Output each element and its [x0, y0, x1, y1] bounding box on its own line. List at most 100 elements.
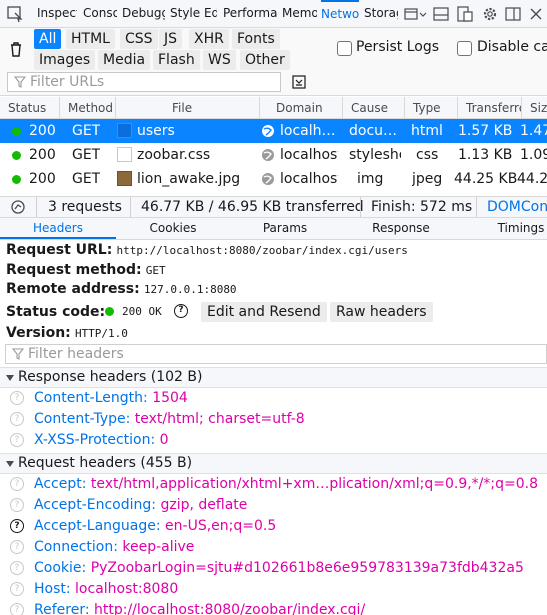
tab-performance[interactable]: Performance	[223, 0, 277, 27]
remote-address-label: Remote address:	[6, 281, 140, 297]
tab-cookies[interactable]: Cookies	[116, 218, 230, 239]
filter-images-button[interactable]: Images	[34, 50, 96, 70]
globe-icon	[262, 173, 274, 185]
help-icon[interactable]: ?	[10, 391, 24, 405]
column-transferred[interactable]: Transferred	[458, 97, 522, 119]
summary-finish: Finish: 572 ms	[371, 199, 473, 215]
header-name: Content-Type:	[34, 411, 131, 427]
help-icon[interactable]: ?	[10, 519, 24, 533]
filter-headers-input[interactable]: Filter headers	[5, 344, 547, 364]
tab-network[interactable]: Network	[321, 0, 359, 27]
column-method[interactable]: Method	[60, 97, 116, 119]
close-icon[interactable]	[527, 5, 545, 23]
help-icon[interactable]: ?	[10, 603, 24, 615]
row-size: 1.09 KB	[520, 147, 547, 163]
responsive-design-icon[interactable]	[456, 5, 474, 23]
header-name: Cookie:	[34, 560, 87, 576]
filter-funnel-icon	[14, 76, 26, 88]
request-url-row: Request URL: http://localhost:8080/zooba…	[6, 242, 408, 258]
header-value: PyZoobarLogin=sjtu#d102661b8e6e959783139…	[90, 560, 524, 576]
row-domain: localhost:8080	[280, 147, 338, 163]
tab-headers[interactable]: Headers	[0, 218, 116, 239]
filter-urls-input[interactable]: Filter URLs	[7, 72, 281, 92]
row-status: 200	[29, 123, 56, 139]
help-icon[interactable]: ?	[10, 412, 24, 426]
devtools-toolbar: Inspector Console Debugger Style Editor …	[0, 0, 547, 28]
request-headers-section[interactable]: Request headers (455 B)	[0, 453, 547, 474]
header-name: Referer:	[34, 602, 90, 615]
header-row: ? Referer: http://localhost:8080/zoobar/…	[0, 600, 547, 615]
header-row: ? X-XSS-Protection: 0	[0, 430, 547, 451]
request-row[interactable]: 200 GET users localhost:8080 document ht…	[0, 119, 547, 143]
har-export-icon[interactable]	[292, 75, 306, 89]
more-tools-dropdown-icon[interactable]	[403, 5, 429, 23]
header-row: ? Accept-Encoding: gzip, deflate	[0, 495, 547, 516]
filter-html-button[interactable]: HTML	[66, 29, 115, 49]
filter-js-button[interactable]: JS	[159, 29, 183, 49]
header-name: Accept-Language:	[34, 518, 161, 534]
filter-ws-button[interactable]: WS	[203, 50, 236, 70]
tab-debugger[interactable]: Debugger	[122, 0, 165, 27]
raw-headers-button[interactable]: Raw headers	[330, 302, 433, 322]
filter-xhr-button[interactable]: XHR	[189, 29, 229, 49]
filter-all-button[interactable]: All	[34, 29, 62, 49]
tab-memory[interactable]: Memory	[282, 0, 317, 27]
help-icon[interactable]: ?	[10, 433, 24, 447]
column-cause[interactable]: Cause	[343, 97, 405, 119]
settings-gear-icon[interactable]	[481, 5, 499, 23]
response-headers-section[interactable]: Response headers (102 B)	[0, 367, 547, 388]
request-row[interactable]: 200 GET lion_awake.jpg localhost:8080 im…	[0, 167, 547, 191]
help-icon[interactable]: ?	[10, 477, 24, 491]
request-row[interactable]: 200 GET zoobar.css localhost:8080 styles…	[0, 143, 547, 167]
details-tabbar: Headers Cookies Params Response Timings	[0, 218, 547, 240]
tab-timings[interactable]: Timings	[462, 218, 547, 239]
disable-cache-label: Disable cache	[477, 39, 547, 55]
request-url-value: http://localhost:8080/zoobar/index.cgi/u…	[116, 244, 408, 257]
summary-domcontentloaded: DOMContentLoaded	[487, 199, 547, 215]
row-domain: localhost:8080	[280, 123, 338, 139]
column-status[interactable]: Status	[0, 97, 60, 119]
header-name: X-XSS-Protection:	[34, 432, 156, 448]
split-console-icon[interactable]	[432, 5, 450, 23]
header-value: gzip, deflate	[160, 497, 248, 513]
column-file[interactable]: File	[116, 97, 260, 119]
dock-side-icon[interactable]	[504, 5, 522, 23]
tab-style-editor[interactable]: Style Editor	[170, 0, 217, 27]
row-file: lion_awake.jpg	[137, 171, 241, 187]
tab-response[interactable]: Response	[340, 218, 462, 239]
tab-params[interactable]: Params	[230, 218, 340, 239]
tab-console[interactable]: Console	[83, 0, 117, 27]
row-method: GET	[72, 171, 101, 187]
row-type: jpeg	[412, 171, 443, 187]
filter-fonts-button[interactable]: Fonts	[232, 29, 280, 49]
filter-other-button[interactable]: Other	[240, 50, 290, 70]
column-size[interactable]: Size	[522, 97, 547, 119]
network-summary-bar: 3 requests 46.77 KB / 46.95 KB transferr…	[0, 196, 547, 218]
help-icon[interactable]: ?	[10, 582, 24, 596]
network-filter-bar: All HTML CSS JS XHR Fonts Images Media F…	[0, 28, 547, 96]
summary-transferred: 46.77 KB / 46.95 KB transferred	[141, 199, 364, 215]
row-method: GET	[72, 147, 101, 163]
persist-logs-checkbox[interactable]	[337, 41, 352, 56]
help-icon[interactable]: ?	[10, 540, 24, 554]
tab-storage[interactable]: Storage	[364, 0, 398, 27]
help-icon[interactable]: ?	[10, 561, 24, 575]
help-icon[interactable]: ?	[174, 304, 188, 318]
tab-inspector[interactable]: Inspector	[37, 0, 77, 27]
header-value: text/html; charset=utf-8	[134, 411, 305, 427]
edit-and-resend-button[interactable]: Edit and Resend	[201, 302, 327, 322]
element-picker-icon[interactable]	[6, 5, 24, 23]
performance-analysis-icon[interactable]	[10, 199, 26, 215]
clear-trash-icon[interactable]	[9, 41, 23, 57]
request-url-label: Request URL:	[6, 242, 113, 258]
summary-requests: 3 requests	[48, 199, 122, 215]
disable-cache-checkbox[interactable]	[457, 41, 472, 56]
filter-css-button[interactable]: CSS	[120, 29, 158, 49]
column-type[interactable]: Type	[405, 97, 458, 119]
column-domain[interactable]: Domain	[260, 97, 343, 119]
row-method: GET	[72, 123, 101, 139]
help-icon[interactable]: ?	[10, 498, 24, 512]
row-transferred: 44.25 KB	[454, 171, 518, 187]
filter-media-button[interactable]: Media	[98, 50, 151, 70]
filter-flash-button[interactable]: Flash	[153, 50, 200, 70]
